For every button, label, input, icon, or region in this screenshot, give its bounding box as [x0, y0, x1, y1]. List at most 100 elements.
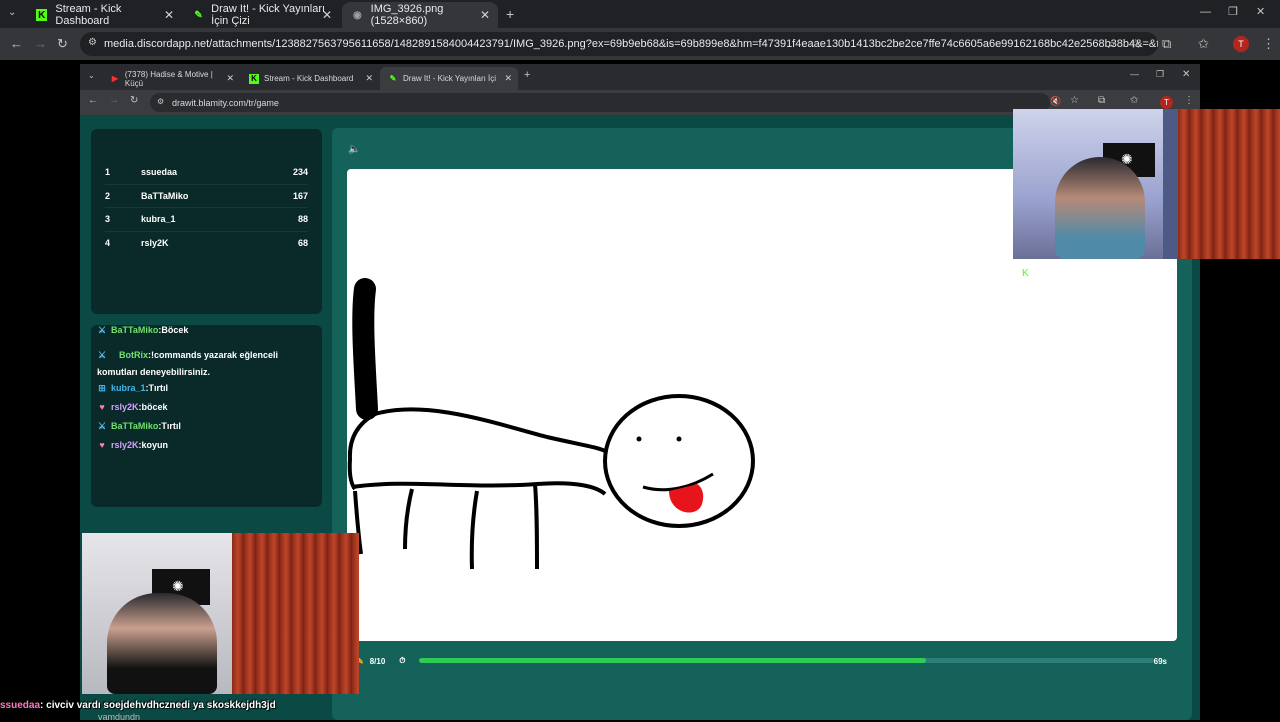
score-row: 4 rsly2K 68 — [105, 232, 308, 256]
emblem-icon: ✺ — [172, 578, 184, 594]
kick-logo-icon: K — [249, 73, 259, 84]
youtube-icon: ▶ — [111, 74, 119, 83]
bookmark-star-icon[interactable]: ☆ — [1070, 96, 1079, 106]
chat-message: ♥ rsly2K: böcek — [97, 398, 316, 417]
bookmarks-icon[interactable]: ✩ — [1198, 37, 1209, 50]
tab-search-icon[interactable]: ⌄ — [8, 8, 16, 18]
url-text: drawit.blamity.com/tr/game — [172, 97, 279, 108]
player-score: 68 — [297, 238, 308, 249]
chat-message: ⚔ BotRix: !commands yazarak eğlenceli — [97, 346, 316, 365]
reload-icon[interactable]: ↻ — [130, 96, 138, 106]
outer-toolbar: ← → ↻ ⚙ media.discordapp.net/attachments… — [0, 28, 1280, 60]
site-info-icon[interactable]: ⚙ — [88, 37, 97, 48]
chat-username: BotRix — [119, 350, 148, 360]
extensions-icon[interactable]: ⧉ — [1098, 96, 1105, 106]
timer-icon: ⏱ — [399, 656, 406, 665]
overlay-partial-line: vamdundn — [98, 712, 140, 722]
chat-username: BaTTaMiko — [111, 421, 159, 431]
close-icon[interactable]: ✕ — [226, 73, 234, 84]
tab-label: Draw It! - Kick Yayınları İçi — [403, 74, 497, 83]
close-icon[interactable]: ✕ — [480, 8, 490, 22]
heart-icon: ♥ — [99, 440, 105, 450]
kick-logo-icon: K — [1022, 268, 1029, 279]
chat-message: ♥ rsly2K: koyun — [97, 436, 316, 455]
mouth-line — [642, 472, 714, 492]
streamer — [1055, 157, 1145, 259]
profile-avatar[interactable]: T — [1160, 96, 1173, 109]
forward-icon[interactable]: → — [109, 96, 119, 106]
outer-tab-image[interactable]: ◉ IMG_3926.png (1528×860) ✕ — [342, 2, 498, 28]
bookmarks-icon[interactable]: ✩ — [1130, 96, 1138, 106]
player-name: rsly2K — [141, 238, 169, 249]
window-close-icon[interactable]: ✕ — [1256, 7, 1265, 18]
chat-username: BaTTaMiko — [111, 325, 159, 335]
chat-message: ⚔ BaTTaMiko: Böcek — [97, 325, 316, 340]
outer-tab-kick-dashboard[interactable]: K Stream - Kick Dashboard ✕ — [26, 2, 182, 28]
inner-tab-youtube[interactable]: ▶ (7378) Hadise & Motive | Küçü ✕ — [102, 67, 240, 90]
tab-label: IMG_3926.png (1528×860) — [370, 3, 444, 27]
player-score: 88 — [297, 214, 308, 225]
new-tab-button[interactable]: + — [506, 7, 514, 21]
address-bar[interactable]: ⚙ media.discordapp.net/attachments/12388… — [80, 32, 1158, 56]
close-icon[interactable]: ✕ — [365, 73, 373, 84]
player-rank: 4 — [105, 238, 111, 249]
forward-icon[interactable]: → — [34, 37, 47, 50]
drawit-icon: ✎ — [194, 9, 203, 21]
scoreboard: 1 ssuedaa 234 2 BaTTaMiko 167 3 kubra_1 … — [91, 129, 322, 314]
chat-text: Tırtıl — [161, 421, 181, 431]
body-back-line — [347, 412, 377, 491]
address-bar[interactable]: ⚙ drawit.blamity.com/tr/game — [150, 93, 1050, 112]
chat-panel: ⚔ BaTTaMiko: Böcek ⚔ BotRix: !commands y… — [91, 325, 322, 507]
extensions-icon[interactable]: ⧉ — [1162, 37, 1171, 50]
chat-text: Tırtıl — [148, 383, 169, 393]
overlay-partial-text: vamdundn — [98, 712, 141, 722]
player-name: ssuedaa — [141, 167, 178, 178]
player-rank: 3 — [105, 214, 111, 225]
maximize-icon[interactable]: ❐ — [1228, 7, 1238, 18]
menu-icon[interactable]: ⋮ — [1184, 96, 1194, 106]
chat-text: böcek — [141, 402, 168, 412]
round-progress: ✎ 8/10 ⏱ 69s — [357, 655, 1167, 667]
inner-tab-drawit[interactable]: ✎ Draw It! - Kick Yayınları İçi ✕ — [380, 67, 518, 90]
round-counter: 8/10 — [369, 656, 386, 666]
speaker-icon[interactable]: 🔈 — [348, 144, 360, 155]
body-top-line — [374, 407, 606, 453]
leg-1 — [403, 488, 414, 550]
maximize-icon[interactable]: ❐ — [1156, 70, 1164, 79]
curtain — [1178, 109, 1280, 259]
tab-search-icon[interactable]: ⌄ — [88, 72, 95, 80]
chat-text: !commands yazarak eğlenceli — [151, 350, 279, 360]
window-close-icon[interactable]: ✕ — [1182, 70, 1190, 80]
bookmark-star-icon[interactable]: ☆ — [1130, 37, 1142, 50]
inner-tab-bar: ⌄ ▶ (7378) Hadise & Motive | Küçü ✕ K St… — [80, 64, 1200, 90]
back-icon[interactable]: ← — [10, 37, 23, 50]
back-icon[interactable]: ← — [88, 96, 98, 106]
minimize-icon[interactable]: — — [1200, 7, 1211, 18]
mute-icon[interactable]: 🔇 — [1050, 97, 1061, 106]
profile-avatar[interactable]: T — [1233, 36, 1249, 52]
chat-text: Böcek — [161, 325, 189, 335]
reload-icon[interactable]: ↻ — [57, 37, 68, 50]
chat-message: ⊞ kubra_1: Tırtıl — [97, 379, 316, 398]
tab-label: Stream - Kick Dashboard — [264, 74, 354, 83]
close-icon[interactable]: ✕ — [322, 8, 332, 22]
menu-icon[interactable]: ⋮ — [1262, 37, 1275, 50]
inner-tab-kick-dashboard[interactable]: K Stream - Kick Dashboard ✕ — [241, 67, 379, 90]
outer-tab-bar: ⌄ K Stream - Kick Dashboard ✕ ✎ Draw It!… — [0, 0, 1280, 28]
sword-icon: ⚔ — [97, 350, 107, 360]
zoom-icon[interactable]: ⌕ — [1108, 37, 1115, 50]
curtain — [232, 533, 359, 694]
outer-tab-drawit[interactable]: ✎ Draw It! - Kick Yayınları İçin Çizi ✕ — [184, 2, 340, 28]
site-info-icon[interactable]: ⚙ — [157, 97, 164, 106]
chat-message-continued: komutları deneyebilirsiniz. — [97, 365, 316, 379]
player-score: 167 — [292, 190, 308, 201]
overlay-username: ssuedaa — [0, 700, 41, 711]
minimize-icon[interactable]: — — [1130, 70, 1139, 79]
score-row: 3 kubra_1 88 — [105, 208, 308, 232]
close-icon[interactable]: ✕ — [504, 73, 512, 84]
overlay-message: : civciv vardı soejdehvdhcznedi ya skosk… — [40, 700, 276, 711]
score-row: 1 ssuedaa 234 — [105, 161, 308, 185]
right-eye — [676, 436, 682, 442]
close-icon[interactable]: ✕ — [164, 8, 174, 22]
new-tab-button[interactable]: + — [524, 70, 530, 81]
